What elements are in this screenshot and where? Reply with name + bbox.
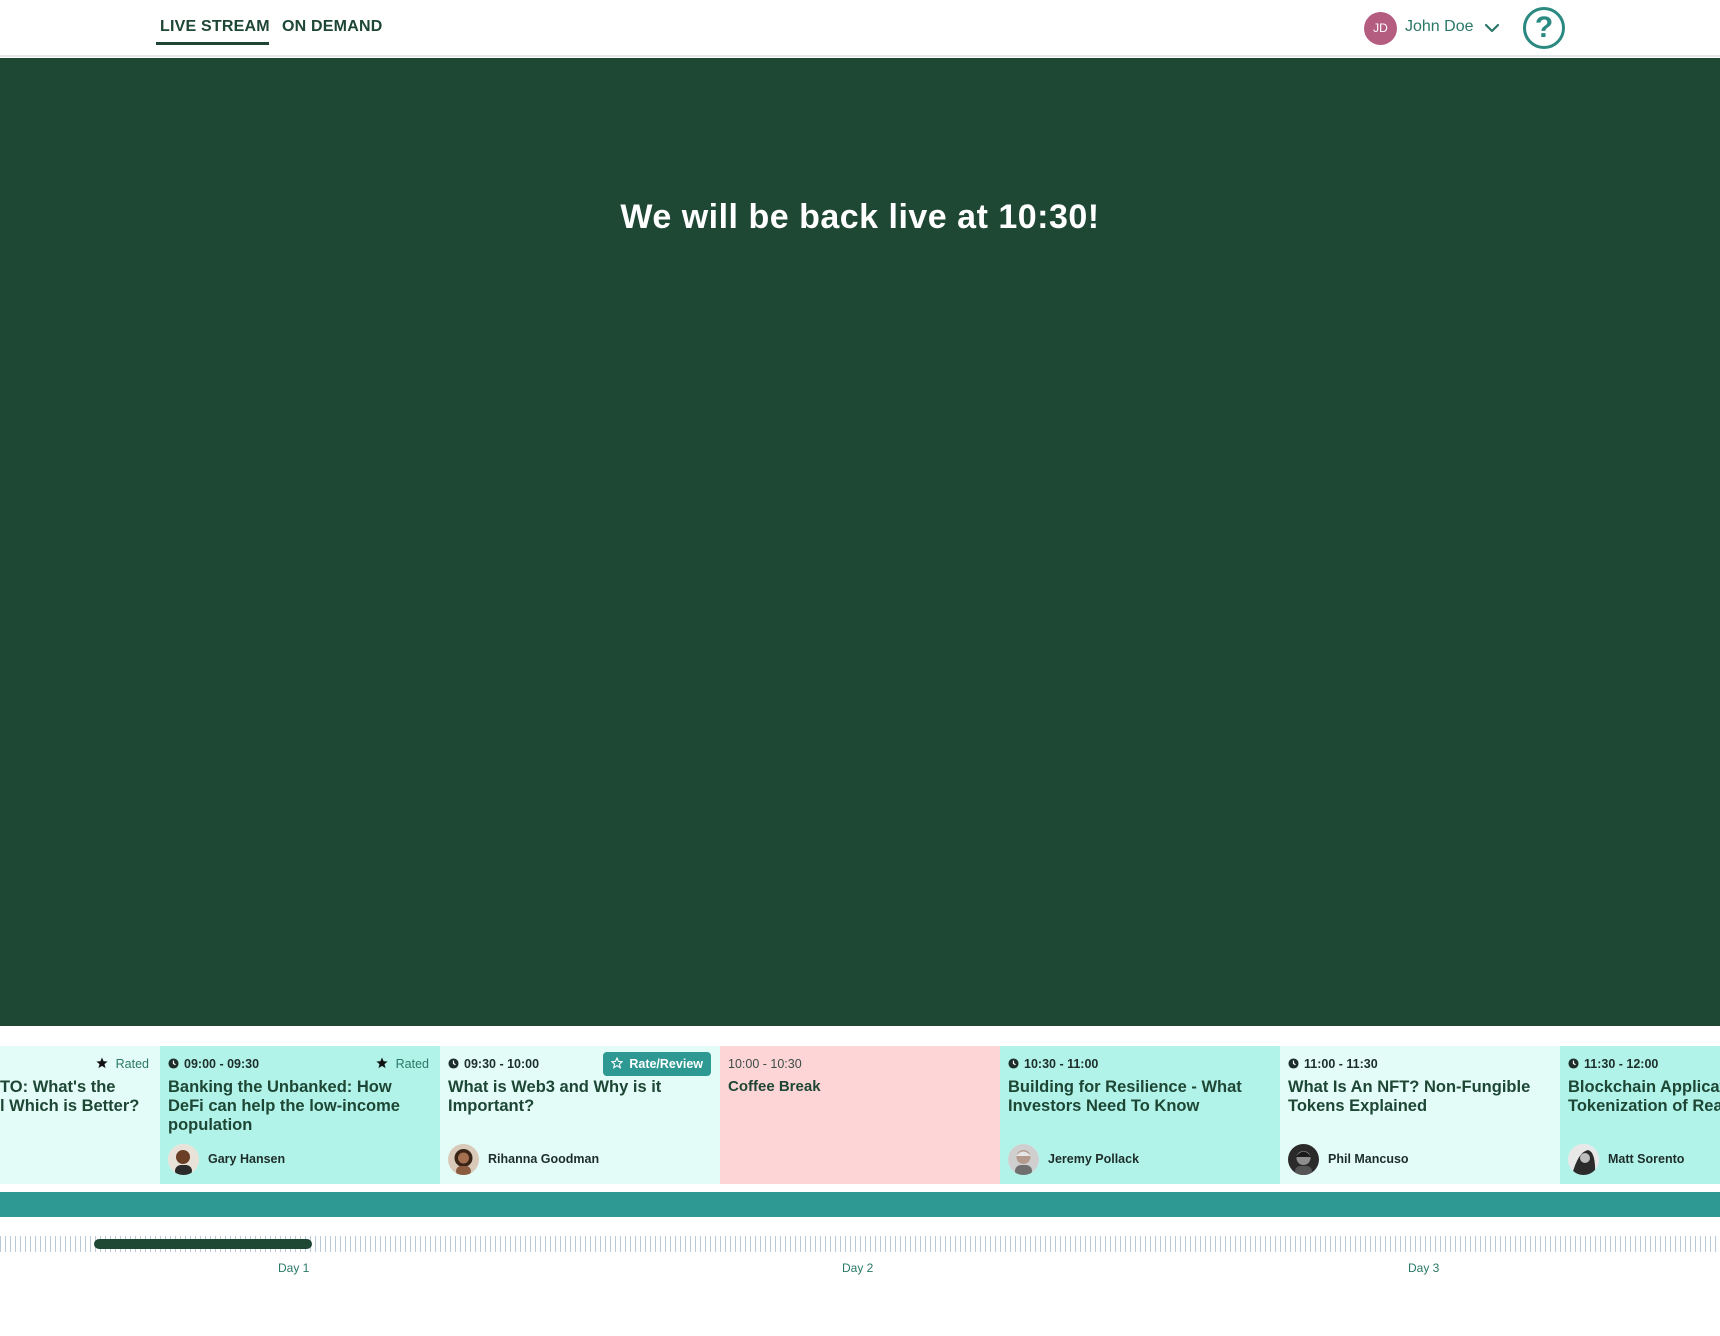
session-card[interactable]: 10:30 - 11:00 Building for Resilience - … xyxy=(1000,1046,1280,1184)
tab-live-stream[interactable]: LIVE STREAM xyxy=(160,18,270,36)
session-time-text: 10:30 - 11:00 xyxy=(1024,1057,1099,1071)
session-time: 11:30 - 12:00 xyxy=(1568,1057,1658,1071)
rate-review-label: Rate/Review xyxy=(629,1057,703,1071)
session-time-text: 09:00 - 09:30 xyxy=(184,1057,260,1071)
session-time-text: 10:00 - 10:30 xyxy=(728,1057,802,1071)
speaker: Phil Mancuso xyxy=(1288,1142,1409,1176)
session-time: 09:00 - 09:30 xyxy=(168,1057,259,1071)
rated-status: Rated xyxy=(96,1057,149,1071)
day-label-2[interactable]: Day 2 xyxy=(842,1261,873,1275)
timeline-scrubber-thumb[interactable] xyxy=(94,1239,312,1249)
session-time: 10:30 - 11:00 xyxy=(1008,1057,1098,1071)
speaker-name: Gary Hansen xyxy=(208,1152,286,1166)
speaker-name: Matt Sorento xyxy=(1608,1152,1685,1166)
speaker-name: Phil Mancuso xyxy=(1328,1152,1409,1166)
speaker-avatar xyxy=(168,1143,199,1175)
speaker-avatar xyxy=(1288,1143,1319,1175)
chevron-down-icon[interactable] xyxy=(1483,19,1501,37)
session-title: Banking the Unbanked: How DeFi can help … xyxy=(168,1078,400,1134)
session-card[interactable]: 09:30 - 10:00 Rate/Review What is Web3 a… xyxy=(440,1046,720,1184)
session-time: 11:00 - 11:30 xyxy=(1288,1057,1378,1071)
session-card[interactable]: 11:00 - 11:30 What Is An NFT? Non-Fungib… xyxy=(1280,1046,1560,1184)
session-time-text: 09:30 - 10:00 xyxy=(464,1057,540,1071)
speaker-avatar xyxy=(448,1143,479,1175)
clock-icon xyxy=(1568,1058,1579,1069)
session-title: What is Web3 and Why is it Important? xyxy=(448,1078,662,1115)
session-card[interactable]: TO: What's the l Which is Better? Rated xyxy=(0,1046,160,1184)
star-filled-icon xyxy=(376,1057,388,1069)
day-label-3[interactable]: Day 3 xyxy=(1408,1261,1439,1275)
day-label-1[interactable]: Day 1 xyxy=(278,1261,309,1275)
help-button[interactable]: ? xyxy=(1523,7,1565,49)
speaker-avatar xyxy=(1568,1143,1599,1175)
top-navigation-bar: LIVE STREAM ON DEMAND JD John Doe ? xyxy=(0,0,1720,57)
stage-status-message: We will be back live at 10:30! xyxy=(620,198,1100,236)
session-card[interactable]: 09:00 - 09:30 Rated Banking the Unbanked… xyxy=(160,1046,440,1184)
session-title: TO: What's the l Which is Better? xyxy=(0,1078,140,1115)
session-card-break[interactable]: 10:00 - 10:30 Coffee Break xyxy=(720,1046,1000,1184)
user-menu-name[interactable]: John Doe xyxy=(1405,18,1474,36)
user-avatar[interactable]: JD xyxy=(1364,12,1397,45)
clock-icon xyxy=(168,1058,179,1069)
question-mark-icon: ? xyxy=(1534,11,1554,44)
speaker-avatar xyxy=(1008,1143,1039,1175)
speaker: Jeremy Pollack xyxy=(1008,1142,1139,1176)
clock-icon xyxy=(1008,1058,1019,1069)
speaker: Gary Hansen xyxy=(168,1142,285,1176)
speaker: Rihanna Goodman xyxy=(448,1142,599,1176)
live-stream-player[interactable]: We will be back live at 10:30! xyxy=(0,58,1720,1026)
rate-review-button[interactable]: Rate/Review xyxy=(603,1052,711,1076)
rated-label: Rated xyxy=(395,1057,429,1071)
session-title: Building for Resilience - What Investors… xyxy=(1008,1078,1242,1115)
session-title: Coffee Break xyxy=(728,1078,821,1095)
speaker-name: Jeremy Pollack xyxy=(1048,1152,1140,1166)
session-schedule-strip[interactable]: TO: What's the l Which is Better? Rated … xyxy=(0,1046,1720,1184)
stream-progress-band xyxy=(0,1192,1720,1217)
clock-icon xyxy=(1288,1058,1299,1069)
star-filled-icon xyxy=(96,1057,108,1069)
session-time: 09:30 - 10:00 xyxy=(448,1057,539,1071)
session-title: What Is An NFT? Non-Fungible Tokens Expl… xyxy=(1288,1078,1531,1115)
speaker: Matt Sorento xyxy=(1568,1142,1684,1176)
session-time-text: 11:00 - 11:30 xyxy=(1304,1057,1378,1071)
rated-label: Rated xyxy=(115,1057,149,1071)
session-card[interactable]: 11:30 - 12:00 Blockchain Applicat Tokeni… xyxy=(1560,1046,1720,1184)
rated-status: Rated xyxy=(376,1057,429,1071)
tab-on-demand[interactable]: ON DEMAND xyxy=(282,18,382,36)
speaker-name: Rihanna Goodman xyxy=(488,1152,600,1166)
session-time-text: 11:30 - 12:00 xyxy=(1584,1057,1659,1071)
clock-icon xyxy=(448,1058,459,1069)
session-title: Blockchain Applicat Tokenization of Rea xyxy=(1568,1078,1720,1115)
star-outline-icon xyxy=(611,1057,624,1069)
active-tab-indicator xyxy=(156,42,269,45)
